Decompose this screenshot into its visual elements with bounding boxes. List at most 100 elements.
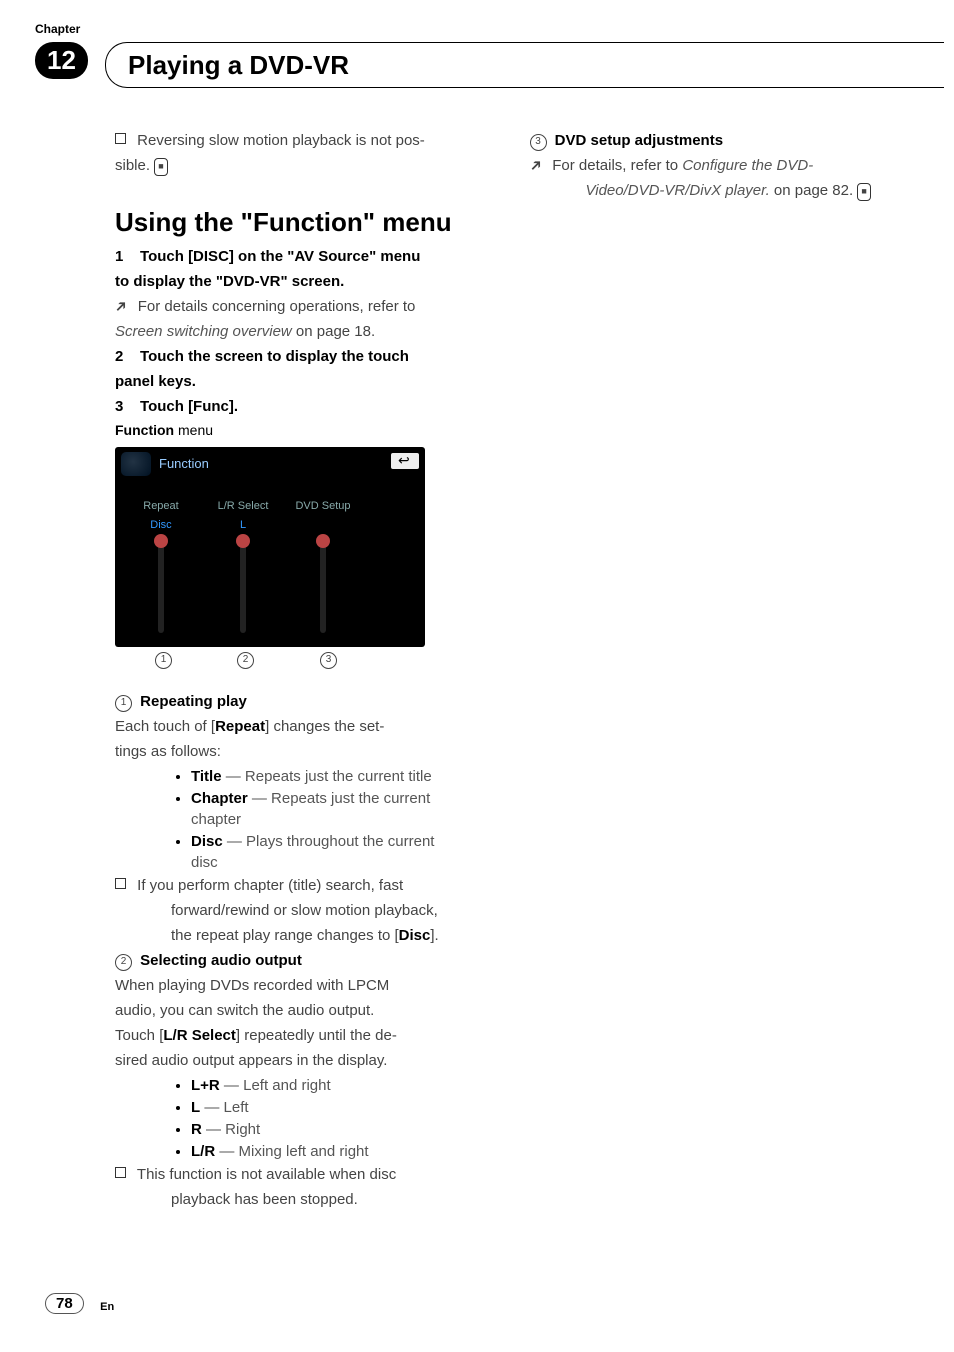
note-text: sible. <box>115 157 150 174</box>
page-header: 12 Playing a DVD-VR <box>35 42 954 98</box>
item-1-head: Repeating play <box>140 693 247 710</box>
step-text: Touch [DISC] on the "AV Source" menu <box>140 248 420 265</box>
item-2-head: Selecting audio output <box>140 952 302 969</box>
step-1: 1 Touch [DISC] on the "AV Source" menu <box>115 246 480 267</box>
xref-title: Video/DVD-VR/DivX player. <box>586 182 770 199</box>
strong: R <box>191 1121 202 1138</box>
step-3: 3 Touch [Func]. <box>115 396 480 417</box>
list-item: Title — Repeats just the current title <box>191 766 480 787</box>
lr-select-value: L <box>215 518 271 533</box>
strong: L+R <box>191 1077 220 1094</box>
xref-text: For details concerning operations, refer… <box>138 298 416 315</box>
item-1-note: If you perform chapter (title) search, f… <box>115 875 480 896</box>
item-2-b: audio, you can switch the audio output. <box>115 1000 480 1021</box>
square-bullet-icon <box>115 133 126 144</box>
txt: — Left and right <box>220 1077 331 1094</box>
item-1-note-b: forward/rewind or slow motion playback, <box>171 900 480 921</box>
txt: ] changes the set- <box>265 718 384 735</box>
item-2-c: Touch [L/R Select] repeatedly until the … <box>115 1025 480 1046</box>
item-3-ref-b: Video/DVD-VR/DivX player. on page 82. <box>586 180 895 201</box>
step-2: 2 Touch the screen to display the touch <box>115 346 480 367</box>
callout-1: 1 <box>155 649 176 669</box>
note-line: Reversing slow motion playback is not po… <box>115 130 480 151</box>
list-item: L/R — Mixing left and right <box>191 1141 480 1162</box>
item-2-note: This function is not available when disc <box>115 1164 480 1185</box>
dvd-setup-group: DVD Setup <box>295 499 351 633</box>
list-item: R — Right <box>191 1119 480 1140</box>
item-2-list: L+R — Left and right L — Left R — Right … <box>151 1075 480 1162</box>
left-column: Reversing slow motion playback is not po… <box>115 130 480 1232</box>
item-1: 1 Repeating play <box>115 691 480 712</box>
square-bullet-icon <box>115 878 126 889</box>
dvd-setup-value <box>295 518 351 533</box>
note-line-2: sible. <box>115 155 480 176</box>
cross-ref-2: Screen switching overview on page 18. <box>115 321 480 342</box>
square-bullet-icon <box>115 1167 126 1178</box>
txt: If you perform chapter (title) search, f… <box>137 877 403 894</box>
item-3-ref: For details, refer to Configure the DVD- <box>530 155 895 176</box>
xref-arrow-icon <box>109 295 133 319</box>
note-text: Reversing slow motion playback is not po… <box>137 132 425 149</box>
lr-select-group: L/R Select L <box>215 499 271 633</box>
strong: Disc <box>399 927 431 944</box>
list-item: L — Left <box>191 1097 480 1118</box>
repeat-label: Repeat <box>133 499 189 514</box>
page-number: 78 <box>45 1293 84 1314</box>
page-title-wrap: Playing a DVD-VR <box>105 42 944 88</box>
txt: — Repeats just the current title <box>222 768 432 785</box>
item-1-desc: Each touch of [Repeat] changes the set- <box>115 716 480 737</box>
repeat-group: Repeat Disc <box>133 499 189 633</box>
strong: Chapter <box>191 790 248 807</box>
repeat-value: Disc <box>133 518 189 533</box>
function-menu-caption: Function menu <box>115 421 480 441</box>
list-item: L+R — Left and right <box>191 1075 480 1096</box>
circle-number-icon: 3 <box>320 652 337 669</box>
circle-number-icon: 1 <box>155 652 172 669</box>
step-number: 1 <box>115 248 123 265</box>
step-text: Touch [Func]. <box>140 398 238 415</box>
step-text: Touch the screen to display the touch <box>140 348 409 365</box>
txt: ]. <box>430 927 438 944</box>
callout-3: 3 <box>320 649 341 669</box>
page-footer: 78 En <box>45 1293 114 1314</box>
txt: disc <box>191 854 218 871</box>
txt: — Mixing left and right <box>215 1143 368 1160</box>
page-language: En <box>100 1301 114 1313</box>
xref-page: on page 18. <box>292 323 375 340</box>
return-icon <box>391 453 419 469</box>
step-1b: to display the "DVD-VR" screen. <box>115 271 480 292</box>
strong: Repeat <box>215 718 265 735</box>
caption-strong: Function <box>115 422 174 438</box>
page-title: Playing a DVD-VR <box>128 50 349 81</box>
dvd-vr-icon <box>121 452 151 476</box>
step-number: 3 <box>115 398 123 415</box>
circle-number-icon: 2 <box>115 954 132 971</box>
callout-2: 2 <box>237 649 258 669</box>
lr-select-label: L/R Select <box>215 499 271 514</box>
xref-page: on page 82. <box>770 182 853 199</box>
chapter-number-badge: 12 <box>35 42 88 79</box>
cross-ref: For details concerning operations, refer… <box>115 296 480 317</box>
dvd-setup-label: DVD Setup <box>295 499 351 514</box>
txt: chapter <box>191 811 241 828</box>
xref-arrow-icon <box>524 154 548 178</box>
function-menu-screenshot: Function Repeat Disc L/R Select L DVD Se… <box>115 447 425 647</box>
circle-number-icon: 1 <box>115 695 132 712</box>
item-2-a: When playing DVDs recorded with LPCM <box>115 975 480 996</box>
strong: L <box>191 1099 200 1116</box>
item-1-desc2: tings as follows: <box>115 741 480 762</box>
chapter-label: Chapter <box>35 22 80 36</box>
end-section-icon <box>857 183 870 201</box>
slider-icon <box>320 538 326 633</box>
step-2b: panel keys. <box>115 371 480 392</box>
step-number: 2 <box>115 348 123 365</box>
txt: This function is not available when disc <box>137 1166 396 1183</box>
circle-number-icon: 3 <box>530 134 547 151</box>
strong: L/R Select <box>163 1027 236 1044</box>
txt: Touch [ <box>115 1027 163 1044</box>
xref-title: Configure the DVD- <box>682 157 813 174</box>
item-2-e: sired audio output appears in the displa… <box>115 1050 480 1071</box>
right-column: 3 DVD setup adjustments For details, ref… <box>530 130 895 1232</box>
screenshot-callouts: 1 2 3 <box>115 649 425 673</box>
txt: — Right <box>202 1121 260 1138</box>
